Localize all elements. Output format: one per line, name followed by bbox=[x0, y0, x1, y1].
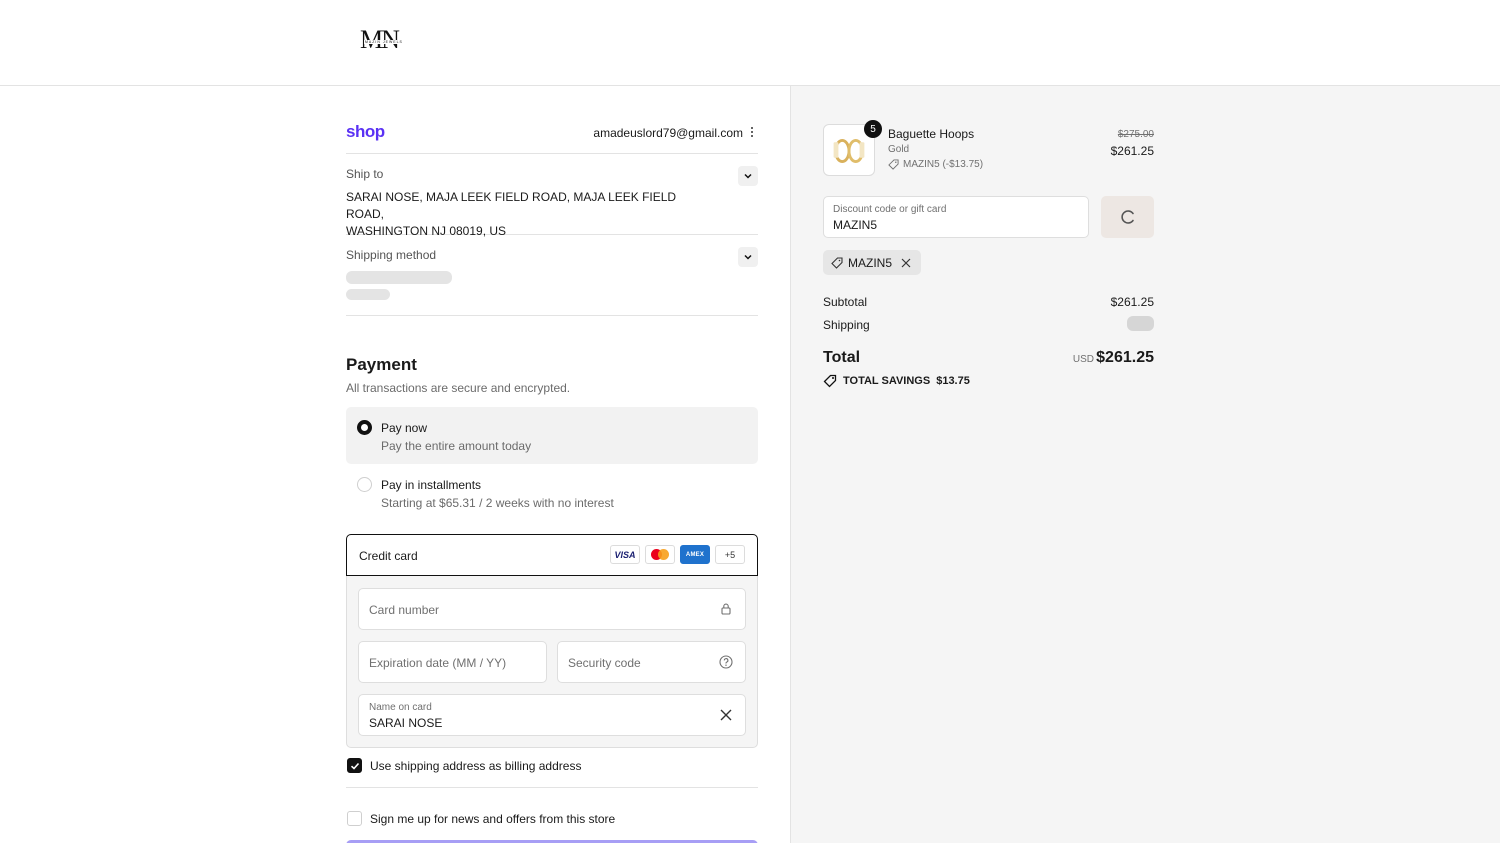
checkmark-icon bbox=[350, 762, 360, 770]
savings-value: $13.75 bbox=[936, 375, 970, 387]
tag-icon bbox=[831, 256, 843, 269]
product-name: Baguette Hoops bbox=[888, 127, 975, 141]
chevron-down-icon bbox=[744, 173, 752, 179]
discount-field-value: MAZIN5 bbox=[833, 218, 878, 232]
shipping-method-label: Shipping method bbox=[346, 248, 437, 262]
subtotal-row: Subtotal $261.25 bbox=[823, 295, 1154, 309]
expiration-date-field[interactable]: Expiration date (MM / YY) bbox=[358, 641, 547, 683]
card-brands: VISA AMEX +5 bbox=[610, 545, 745, 564]
ship-to-section: Ship to SARAI NOSE, MAJA LEEK FIELD ROAD… bbox=[346, 154, 758, 238]
account-email: amadeuslord79@gmail.com bbox=[593, 126, 743, 140]
newsletter-checkbox[interactable] bbox=[347, 811, 362, 826]
expiration-placeholder: Expiration date (MM / YY) bbox=[369, 656, 507, 670]
ship-to-expand-button[interactable] bbox=[738, 166, 758, 186]
pay-installments-radio[interactable] bbox=[357, 477, 372, 492]
billing-address-label: Use shipping address as billing address bbox=[370, 759, 582, 773]
store-logo[interactable]: MN MAZIN JEWELS bbox=[358, 25, 418, 55]
discount-field-label: Discount code or gift card bbox=[833, 204, 947, 215]
subtotal-value: $261.25 bbox=[1110, 295, 1154, 309]
pay-now-option[interactable]: Pay now Pay the entire amount today bbox=[346, 407, 758, 464]
subtotal-label: Subtotal bbox=[823, 295, 868, 309]
visa-icon: VISA bbox=[610, 545, 640, 564]
quantity-badge: 5 bbox=[864, 120, 882, 138]
pay-installments-title: Pay in installments bbox=[381, 478, 482, 492]
discounted-price: $261.25 bbox=[1110, 144, 1154, 158]
credit-card-option[interactable]: Credit card VISA AMEX +5 bbox=[346, 534, 758, 576]
total-value: $261.25 bbox=[1096, 349, 1154, 366]
loading-placeholder bbox=[346, 289, 390, 300]
savings-label: TOTAL SAVINGS bbox=[843, 375, 931, 387]
shipping-loading-placeholder bbox=[1127, 316, 1154, 331]
name-on-card-label: Name on card bbox=[369, 702, 432, 713]
lock-icon bbox=[721, 603, 731, 615]
header: MN MAZIN JEWELS bbox=[0, 0, 1500, 86]
pay-now-radio[interactable] bbox=[357, 420, 372, 435]
shipping-method-expand-button[interactable] bbox=[738, 247, 758, 267]
total-label: Total bbox=[823, 349, 861, 366]
tag-icon bbox=[888, 159, 899, 170]
apply-discount-button[interactable] bbox=[1101, 196, 1154, 238]
logo-tagline: MAZIN JEWELS bbox=[364, 40, 404, 44]
payment-heading: Payment bbox=[346, 355, 417, 374]
clear-input-icon[interactable] bbox=[719, 708, 733, 722]
remove-discount-icon[interactable] bbox=[901, 258, 911, 268]
shipping-row: Shipping bbox=[823, 316, 1154, 332]
ship-to-label: Ship to bbox=[346, 167, 384, 181]
order-summary-panel: 5 Baguette Hoops Gold MAZIN5 (-$13.75) $… bbox=[790, 86, 1500, 843]
newsletter-label: Sign me up for news and offers from this… bbox=[370, 812, 616, 826]
credit-card-panel: Credit card VISA AMEX +5 Card number Exp… bbox=[346, 534, 758, 748]
shop-account-row: shop amadeuslord79@gmail.com bbox=[346, 121, 758, 154]
account-menu-icon[interactable] bbox=[749, 125, 755, 139]
pay-installments-subtitle: Starting at $65.31 / 2 weeks with no int… bbox=[381, 496, 614, 510]
total-currency: USD bbox=[1072, 354, 1094, 365]
shipping-method-section: Shipping method bbox=[346, 235, 758, 316]
loading-placeholder bbox=[346, 271, 452, 284]
more-brands-badge: +5 bbox=[715, 545, 745, 564]
pay-now-subtitle: Pay the entire amount today bbox=[381, 439, 532, 453]
product-discount-text: MAZIN5 (-$13.75) bbox=[903, 159, 984, 170]
pay-installments-option[interactable]: Pay in installments Starting at $65.31 /… bbox=[346, 464, 758, 521]
billing-address-checkbox-row[interactable]: Use shipping address as billing address bbox=[346, 756, 758, 776]
applied-discount-chip: MAZIN5 bbox=[823, 250, 922, 275]
loading-spinner-icon bbox=[1120, 210, 1134, 224]
shipping-label: Shipping bbox=[823, 318, 870, 332]
savings-tag-icon bbox=[823, 374, 837, 388]
name-on-card-field[interactable]: Name on card SARAI NOSE bbox=[358, 694, 746, 736]
amex-icon: AMEX bbox=[680, 545, 710, 564]
credit-card-label: Credit card bbox=[359, 549, 418, 563]
card-number-placeholder: Card number bbox=[369, 603, 440, 617]
original-price: $275.00 bbox=[1117, 129, 1154, 140]
help-circle-icon[interactable] bbox=[719, 655, 733, 669]
newsletter-checkbox-row[interactable]: Sign me up for news and offers from this… bbox=[346, 809, 758, 829]
name-on-card-value: SARAI NOSE bbox=[369, 716, 443, 730]
applied-discount-code: MAZIN5 bbox=[848, 255, 893, 270]
pay-now-title: Pay now bbox=[381, 421, 428, 435]
card-number-field[interactable]: Card number bbox=[358, 588, 746, 630]
payment-subtitle: All transactions are secure and encrypte… bbox=[346, 381, 571, 395]
security-code-placeholder: Security code bbox=[568, 656, 641, 670]
mastercard-icon bbox=[645, 545, 675, 564]
product-variant: Gold bbox=[888, 144, 910, 155]
chevron-down-icon bbox=[744, 254, 752, 260]
billing-address-checkbox[interactable] bbox=[347, 758, 362, 773]
address-line-1: SARAI NOSE, MAJA LEEK FIELD ROAD, MAJA L… bbox=[346, 190, 677, 221]
product-thumbnail: 5 bbox=[823, 120, 882, 176]
security-code-field[interactable]: Security code bbox=[557, 641, 746, 683]
shop-pay-logo: shop bbox=[346, 122, 385, 141]
divider bbox=[346, 787, 758, 788]
shipping-address: SARAI NOSE, MAJA LEEK FIELD ROAD, MAJA L… bbox=[346, 189, 686, 240]
product-discount: MAZIN5 (-$13.75) bbox=[888, 159, 983, 170]
discount-code-input[interactable]: Discount code or gift card MAZIN5 bbox=[823, 196, 1089, 238]
total-savings: TOTAL SAVINGS $13.75 bbox=[823, 374, 970, 388]
